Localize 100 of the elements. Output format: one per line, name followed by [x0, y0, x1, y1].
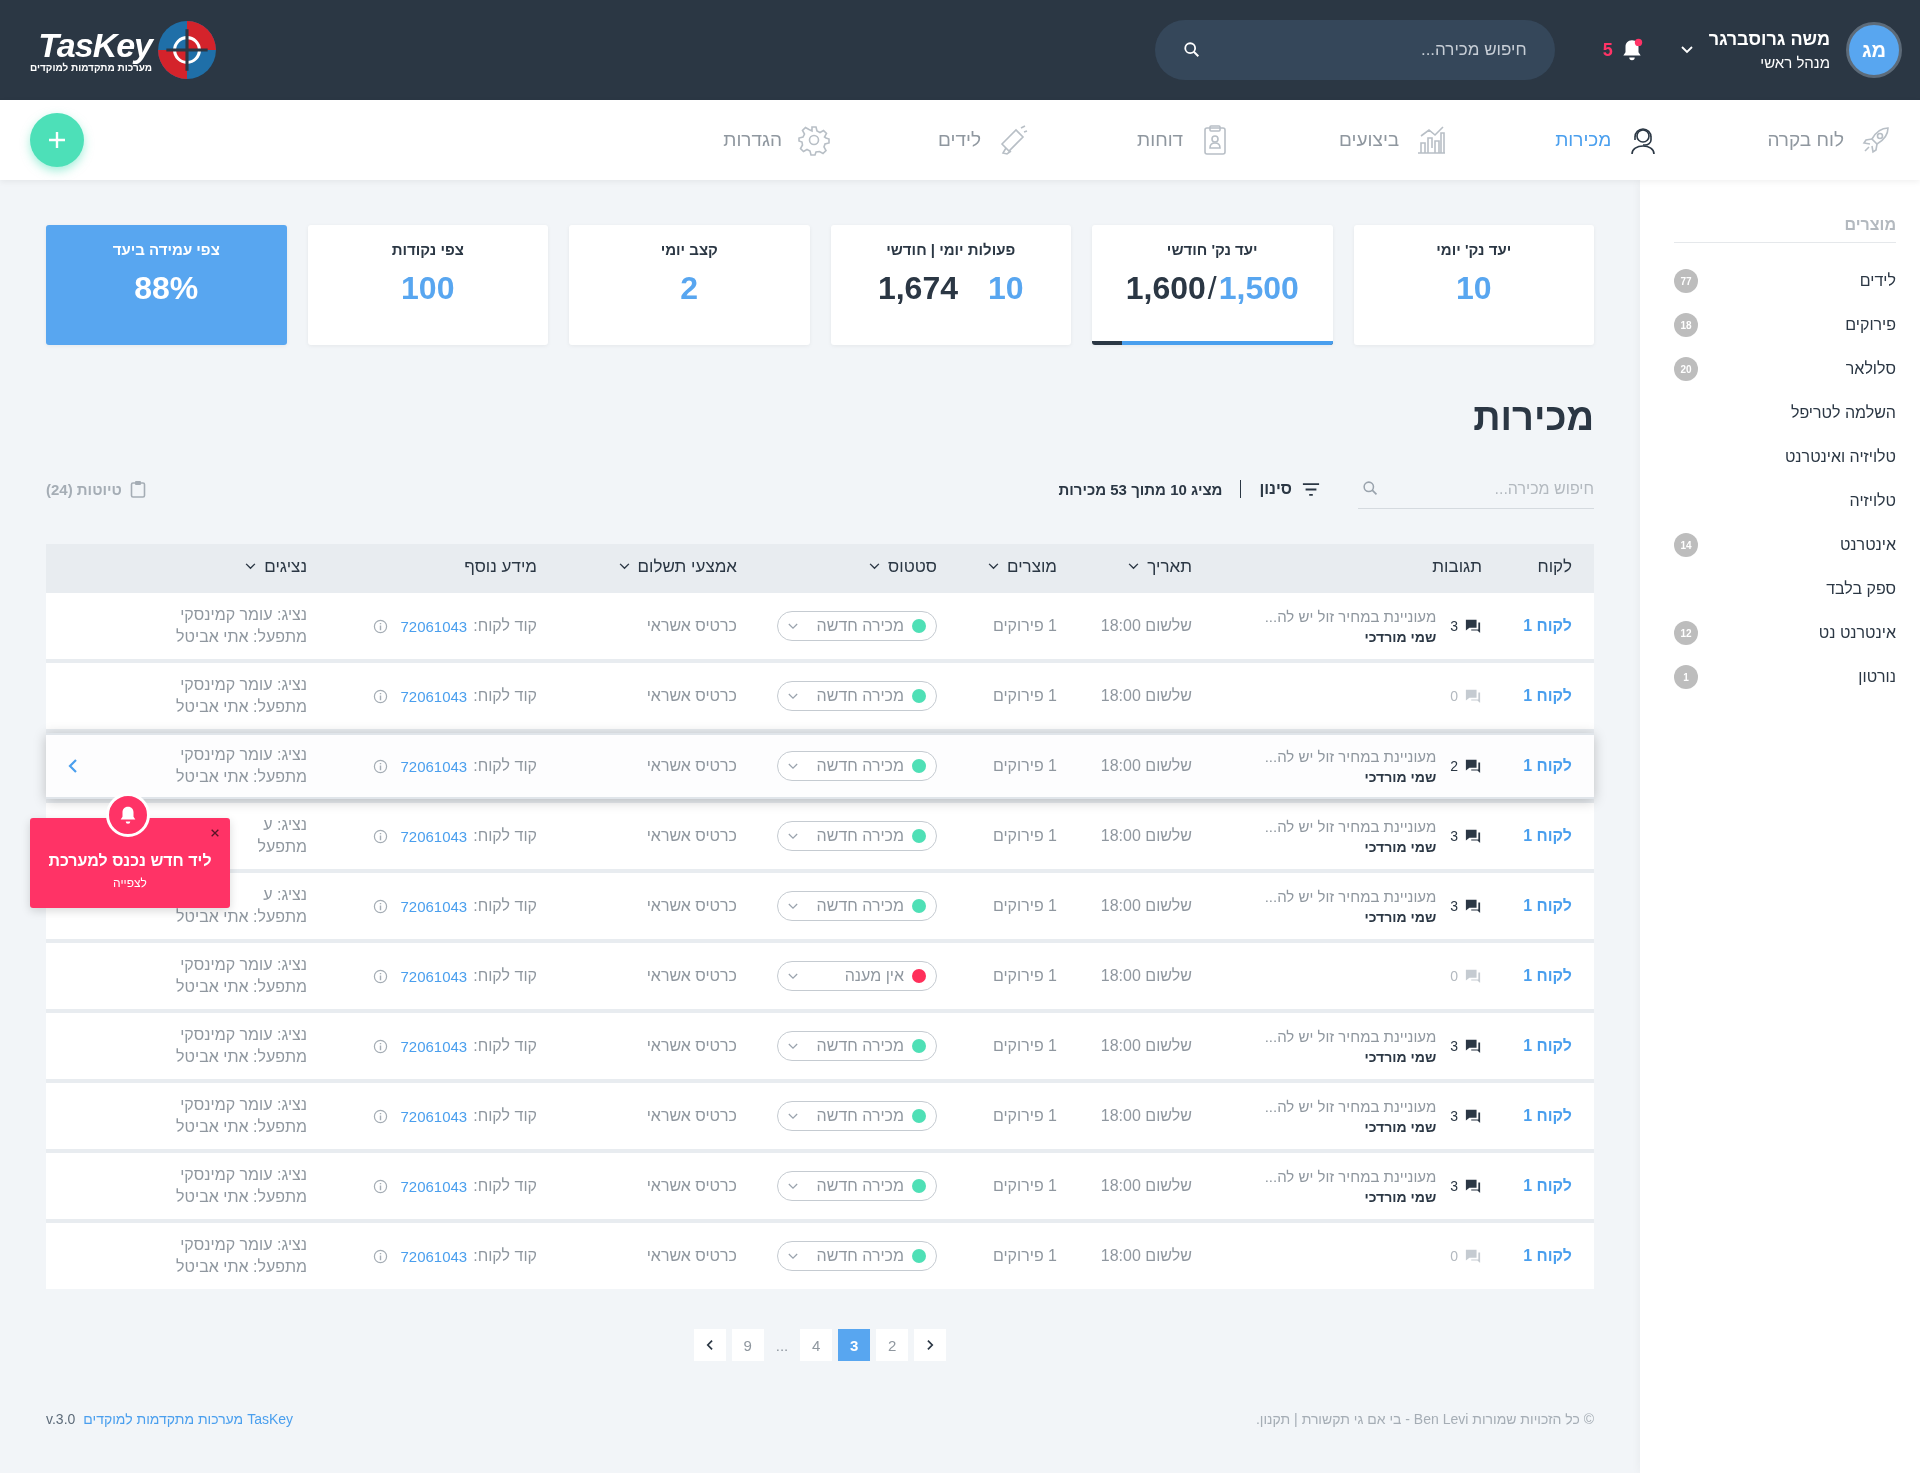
customer-link[interactable]: לקוח 1: [1523, 1177, 1572, 1195]
column-header[interactable]: נציגים: [46, 556, 307, 577]
page-button[interactable]: 2: [876, 1329, 909, 1361]
customer-code-link[interactable]: 72061043: [400, 1037, 468, 1055]
customer-code-link[interactable]: 72061043: [400, 617, 468, 635]
customer-link[interactable]: לקוח 1: [1523, 687, 1572, 705]
page-button[interactable]: 4: [800, 1329, 833, 1361]
date-text: שלשום 18:00: [1100, 617, 1192, 635]
nav-tab[interactable]: מכירות: [1555, 124, 1660, 156]
sidebar-item[interactable]: טלויזיה ואינטרנט: [1784, 448, 1896, 466]
status-dropdown[interactable]: מכירה חדשה: [777, 891, 937, 921]
code-label: קוד לקוח:: [473, 1177, 537, 1195]
sidebar-item[interactable]: השלמה לטריפל: [1790, 404, 1896, 422]
logo-text: TasKey: [38, 27, 153, 62]
info-icon: [373, 1038, 389, 1054]
customer-code-link[interactable]: 72061043: [400, 687, 468, 705]
customer-link[interactable]: לקוח 1: [1523, 1037, 1572, 1055]
customer-code-link[interactable]: 72061043: [400, 897, 468, 915]
nav-tab[interactable]: הגדרות: [723, 124, 831, 156]
customer-link[interactable]: לקוח 1: [1523, 967, 1572, 985]
status-dropdown[interactable]: מכירה חדשה: [777, 681, 937, 711]
search-field[interactable]: חיפוש מכירה...: [1358, 469, 1594, 509]
comment-author: שמי מורדכי: [1363, 768, 1437, 785]
payment-text: כרטיס אשראי: [646, 967, 737, 985]
status-dropdown[interactable]: מכירה חדשה: [777, 1171, 937, 1201]
customer-code-link[interactable]: 72061043: [400, 827, 468, 845]
nav-tab[interactable]: לידים: [938, 124, 1030, 156]
chat-icon: [1464, 1248, 1482, 1264]
status-dropdown[interactable]: מכירה חדשה: [777, 1101, 937, 1131]
sidebar-item[interactable]: לידים: [1859, 272, 1896, 290]
customer-code-link[interactable]: 72061043: [400, 1107, 468, 1125]
customer-code-link[interactable]: 72061043: [400, 967, 468, 985]
operator-text: מתפעל: אתי אביטל: [176, 1118, 307, 1136]
stat-value: 88%: [134, 270, 199, 307]
customer-link[interactable]: לקוח 1: [1523, 757, 1572, 775]
previous-page-button[interactable]: [693, 1329, 726, 1361]
customer-code-link[interactable]: 72061043: [400, 1247, 468, 1265]
comment-text: מעוניינת במחיר זול יש לה...: [1264, 887, 1437, 905]
rep-text: נציג: עומר קמינסקי: [179, 1236, 307, 1254]
chevron-left-icon[interactable]: [68, 758, 78, 774]
sidebar-item[interactable]: אינטרנט: [1839, 536, 1896, 554]
customer-link[interactable]: לקוח 1: [1523, 1247, 1572, 1265]
customer-link[interactable]: לקוח 1: [1523, 617, 1572, 635]
next-page-button[interactable]: [914, 1329, 947, 1361]
date-text: שלשום 18:00: [1100, 967, 1192, 985]
payment-text: כרטיס אשראי: [646, 687, 737, 705]
date-text: שלשום 18:00: [1100, 1037, 1192, 1055]
caret-icon[interactable]: [1680, 46, 1693, 54]
add-button[interactable]: [30, 113, 84, 167]
view-link[interactable]: לצפייה: [113, 876, 147, 890]
sidebar-title: מוצרים: [1674, 216, 1896, 243]
nav-tab[interactable]: דוחות: [1137, 124, 1232, 156]
sidebar-item[interactable]: פירוקים: [1845, 316, 1896, 334]
customer-code-link[interactable]: 72061043: [400, 1177, 468, 1195]
count-badge: 14: [1674, 533, 1698, 557]
customer-link[interactable]: לקוח 1: [1523, 827, 1572, 845]
filter-button[interactable]: סינון: [1240, 480, 1320, 498]
nav-tab[interactable]: ביצועים: [1339, 124, 1448, 156]
user-avatar[interactable]: מג: [1846, 22, 1902, 78]
drafts-button[interactable]: טיוטות (24): [46, 480, 146, 498]
stat-value: 10: [1455, 270, 1492, 307]
close-icon[interactable]: [210, 828, 220, 838]
customer-link[interactable]: לקוח 1: [1523, 1107, 1572, 1125]
clipboard-icon: [129, 480, 146, 498]
customer-link[interactable]: לקוח 1: [1523, 897, 1572, 915]
stat-label: יעד נק' יומי: [1436, 241, 1512, 258]
stat-value: 1,500: [1218, 270, 1299, 307]
column-header[interactable]: אמצעי תשלום: [537, 556, 737, 577]
products-text: 1 פירוקים: [992, 967, 1057, 985]
sidebar-item[interactable]: סלולאר: [1845, 360, 1896, 378]
info-icon: [373, 898, 389, 914]
sidebar-item[interactable]: ספק בלבד: [1826, 580, 1896, 598]
status-dropdown[interactable]: מכירה חדשה: [777, 1241, 937, 1271]
code-label: קוד לקוח:: [473, 1247, 537, 1265]
chat-icon: [1464, 758, 1482, 774]
status-dropdown[interactable]: מכירה חדשה: [777, 821, 937, 851]
sidebar-item[interactable]: טלויזיה: [1849, 492, 1896, 510]
search-field[interactable]: חיפוש מכירה...: [1154, 20, 1555, 80]
products-text: 1 פירוקים: [992, 1247, 1057, 1265]
sidebar-item[interactable]: נורטון: [1858, 668, 1896, 686]
sidebar-item[interactable]: אינטרנט נט: [1818, 624, 1896, 642]
page-button[interactable]: 9: [731, 1329, 764, 1361]
page-button[interactable]: 3: [838, 1329, 871, 1361]
results-summary: מציג 10 מתוך 53 מכירות: [1058, 480, 1223, 498]
customer-code-link[interactable]: 72061043: [400, 757, 468, 775]
caret-icon: [788, 622, 798, 630]
status-dropdown[interactable]: מכירה חדשה: [777, 1031, 937, 1061]
nav-tab[interactable]: לוח בקרה: [1767, 124, 1892, 156]
operator-text: מתפעל: אתי אביטל: [176, 1188, 307, 1206]
info-icon: [373, 758, 389, 774]
status-dropdown[interactable]: מכירה חדשה: [777, 751, 937, 781]
payment-text: כרטיס אשראי: [646, 897, 737, 915]
product-link[interactable]: TasKey מערכות מתקדמות למוקדים: [83, 1411, 294, 1427]
plus-icon: [47, 130, 67, 150]
status-dropdown[interactable]: אין מענה: [777, 961, 937, 991]
column-header[interactable]: סטטוס: [737, 556, 937, 577]
column-header[interactable]: תאריך: [1057, 556, 1192, 577]
status-dropdown[interactable]: מכירה חדשה: [777, 611, 937, 641]
column-header[interactable]: מוצרים: [937, 556, 1057, 577]
payment-text: כרטיס אשראי: [646, 617, 737, 635]
